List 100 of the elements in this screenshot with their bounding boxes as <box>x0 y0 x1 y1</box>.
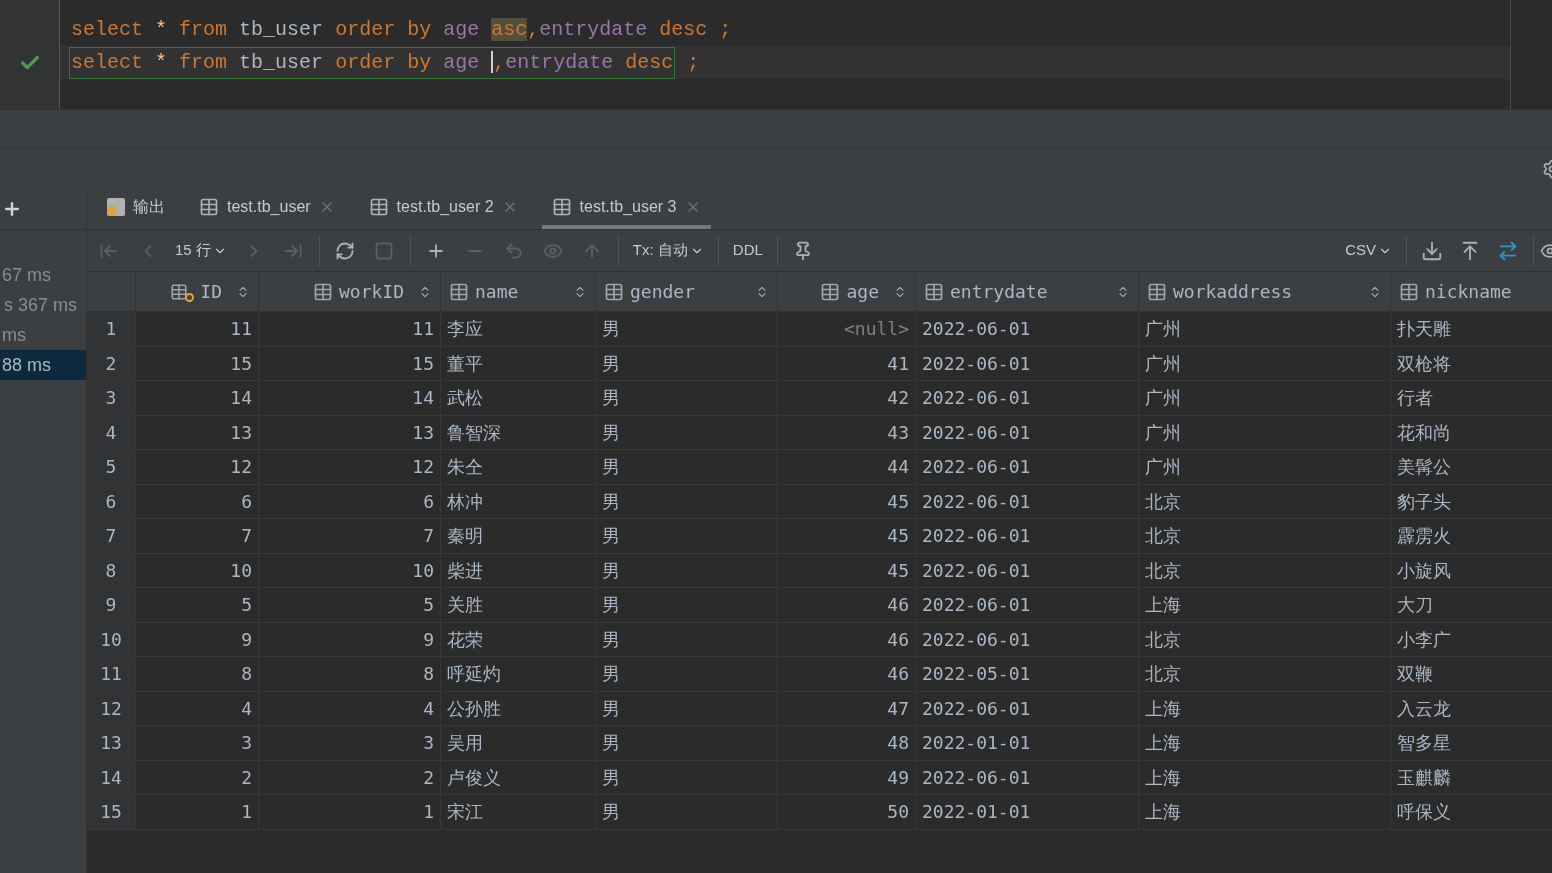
table-cell: 李应 <box>440 312 595 346</box>
table-icon <box>551 196 572 217</box>
table-cell: 花荣 <box>440 622 595 656</box>
code-token: select <box>71 17 143 41</box>
column-icon <box>820 281 841 302</box>
table-cell: 上海 <box>1138 691 1390 725</box>
table-cell: 豹子头 <box>1390 484 1552 518</box>
row-number: 9 <box>87 588 135 622</box>
table-cell: 2022-06-01 <box>915 588 1138 622</box>
table-icon <box>199 196 219 217</box>
table-cell: 上海 <box>1138 760 1390 794</box>
row-number: 13 <box>87 726 135 760</box>
column-icon <box>1399 281 1419 302</box>
result-tab[interactable]: test.tb_user <box>189 188 345 229</box>
table-cell: 男 <box>595 726 777 760</box>
row-count-dropdown[interactable]: 15 行 <box>167 239 235 262</box>
code-token: , <box>527 17 540 41</box>
table-cell: 45 <box>777 484 915 518</box>
result-tab[interactable]: 输出 <box>97 188 175 229</box>
code-token: age <box>443 50 480 74</box>
table-cell: 上海 <box>1138 588 1390 622</box>
table-cell: 4 <box>258 691 440 725</box>
column-header[interactable]: gender <box>595 272 777 311</box>
table-cell: 双鞭 <box>1390 657 1552 691</box>
table-cell: 2022-05-01 <box>915 657 1138 691</box>
code-line[interactable]: select * from tb_user order by age asc,entrydate desc ; <box>0 13 1510 46</box>
tab-label: test.tb_user <box>227 196 311 217</box>
column-header[interactable]: ID <box>135 272 258 311</box>
row-number: 6 <box>87 484 135 518</box>
table-cell: 46 <box>777 588 915 622</box>
column-header[interactable]: age <box>777 272 915 311</box>
table-cell: 2022-06-01 <box>915 415 1138 449</box>
row-number: 14 <box>87 760 135 794</box>
code-token: tb_user <box>239 50 324 74</box>
table-cell: 小李广 <box>1390 622 1552 656</box>
code-token: , <box>493 50 506 74</box>
column-header[interactable]: workID <box>258 272 440 311</box>
table-cell: 广州 <box>1138 415 1390 449</box>
sql-editor[interactable]: select * from tb_user order by age asc,entrydate desc ; select * from tb_user order by age ,entrydate desc ; <box>0 0 1511 109</box>
column-header[interactable]: workaddress <box>1138 272 1390 311</box>
tab-label: test.tb_user 3 <box>579 196 677 217</box>
table-cell: 9 <box>258 622 440 656</box>
table-cell: 男 <box>595 657 777 691</box>
table-cell: 7 <box>258 519 440 553</box>
column-icon <box>312 281 333 302</box>
download-icon[interactable] <box>1421 239 1443 262</box>
table-cell: 呼延灼 <box>440 657 595 691</box>
table-cell: 玉麒麟 <box>1390 760 1552 794</box>
table-cell: 男 <box>595 312 777 346</box>
table-cell: 2 <box>258 760 440 794</box>
table-cell: 广州 <box>1138 312 1390 346</box>
table-cell: 广州 <box>1138 346 1390 380</box>
row-number: 1 <box>87 312 135 346</box>
table-cell: 50 <box>777 795 915 829</box>
table-cell: 广州 <box>1138 381 1390 415</box>
table-cell: 46 <box>777 622 915 656</box>
code-token: from <box>179 50 228 74</box>
table-cell: 上海 <box>1138 795 1390 829</box>
table-cell: 46 <box>777 657 915 691</box>
table-cell: 47 <box>777 691 915 725</box>
table-cell: 9 <box>135 622 258 656</box>
execution-time-item[interactable]: 67 ms <box>0 260 86 290</box>
table-cell: 42 <box>777 381 915 415</box>
table-cell: 呼保义 <box>1390 795 1552 829</box>
code-token: desc <box>625 50 674 74</box>
export-format-dropdown[interactable]: CSV <box>1337 239 1400 262</box>
result-tab[interactable]: test.tb_user 2 <box>358 188 528 229</box>
table-cell: 大刀 <box>1390 588 1552 622</box>
table-cell: 柴进 <box>440 553 595 587</box>
execution-time-item[interactable]: 88 ms <box>0 350 86 380</box>
table-cell: 北京 <box>1138 484 1390 518</box>
table-cell: 13 <box>258 415 440 449</box>
row-number: 3 <box>87 381 135 415</box>
table-cell: 北京 <box>1138 622 1390 656</box>
column-header[interactable]: nickname <box>1390 272 1552 311</box>
transaction-mode-dropdown[interactable]: Tx: 自动 <box>624 239 712 262</box>
table-cell: 1 <box>135 795 258 829</box>
row-number: 12 <box>87 691 135 725</box>
column-header[interactable]: entrydate <box>915 272 1138 311</box>
table-cell: 男 <box>595 415 777 449</box>
sort-icon[interactable] <box>755 284 769 299</box>
table-cell: 北京 <box>1138 519 1390 553</box>
text-caret <box>491 51 494 74</box>
execution-time-item[interactable]: ms <box>0 320 86 350</box>
execution-time-item[interactable]: s 367 ms <box>0 290 86 320</box>
compare-arrows-icon[interactable] <box>1497 239 1519 262</box>
table-cell: 2022-06-01 <box>915 553 1138 587</box>
table-cell: 林冲 <box>440 484 595 518</box>
table-cell: 关胜 <box>440 588 595 622</box>
ddl-button[interactable]: DDL <box>724 239 771 262</box>
table-cell: 广州 <box>1138 450 1390 484</box>
table-cell: 2022-01-01 <box>915 726 1138 760</box>
table-cell: 43 <box>777 415 915 449</box>
table-cell: 3 <box>258 726 440 760</box>
row-number: 2 <box>87 346 135 380</box>
column-header[interactable]: name <box>440 272 595 311</box>
table-cell: 卢俊义 <box>440 760 595 794</box>
table-cell: 2022-06-01 <box>915 519 1138 553</box>
table-cell: 2022-01-01 <box>915 795 1138 829</box>
table-cell: 14 <box>258 381 440 415</box>
